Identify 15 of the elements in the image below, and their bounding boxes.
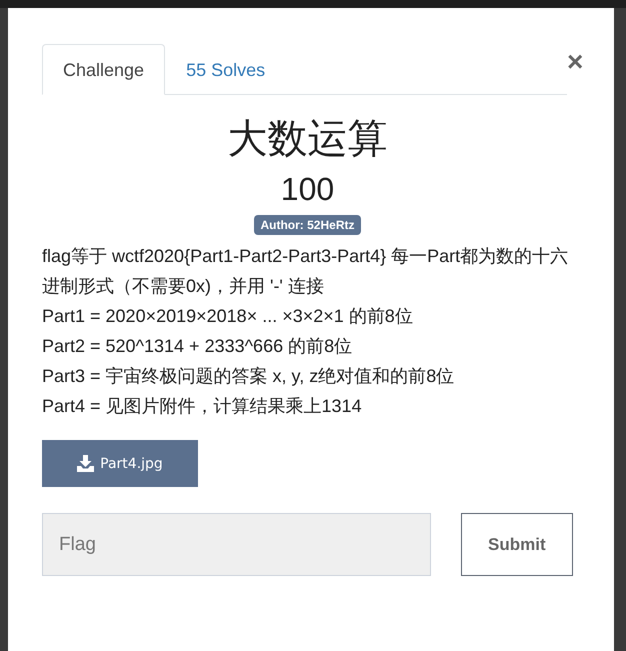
description-text: Part1 = 2020×2019×2018× ... ×3×2×1 的前8位 — [42, 305, 414, 328]
description-text: Part4 = 见图片附件，计算结果乘上1314 — [42, 395, 363, 418]
tab[interactable]: Challenge — [42, 44, 166, 95]
flag-input[interactable]: Flag — [42, 513, 431, 576]
author-badge: Author: 52HeRtz — [254, 215, 360, 235]
submit-button[interactable]: Submit — [460, 513, 573, 576]
challenge-title: 大数运算 — [226, 115, 388, 163]
description-text: Part2 = 520^1314 + 2333^666 的前8位 — [42, 335, 354, 358]
close-button[interactable]: × — [567, 48, 584, 76]
tab[interactable]: 55 Solves — [165, 44, 286, 95]
description-text: Part3 = 宇宙终极问题的答案 x, y, z绝对值和的前8位 — [42, 365, 456, 388]
download-button[interactable]: Part4.jpg — [42, 440, 198, 487]
challenge-points: 100 — [280, 171, 336, 208]
download-icon — [77, 455, 94, 472]
description-text: flag等于 wctf2020{Part1-Part2-Part3-Part4} 每一Part都为数的十六进制形式（不需要0x)，并用 '-' 连接 — [42, 245, 570, 298]
